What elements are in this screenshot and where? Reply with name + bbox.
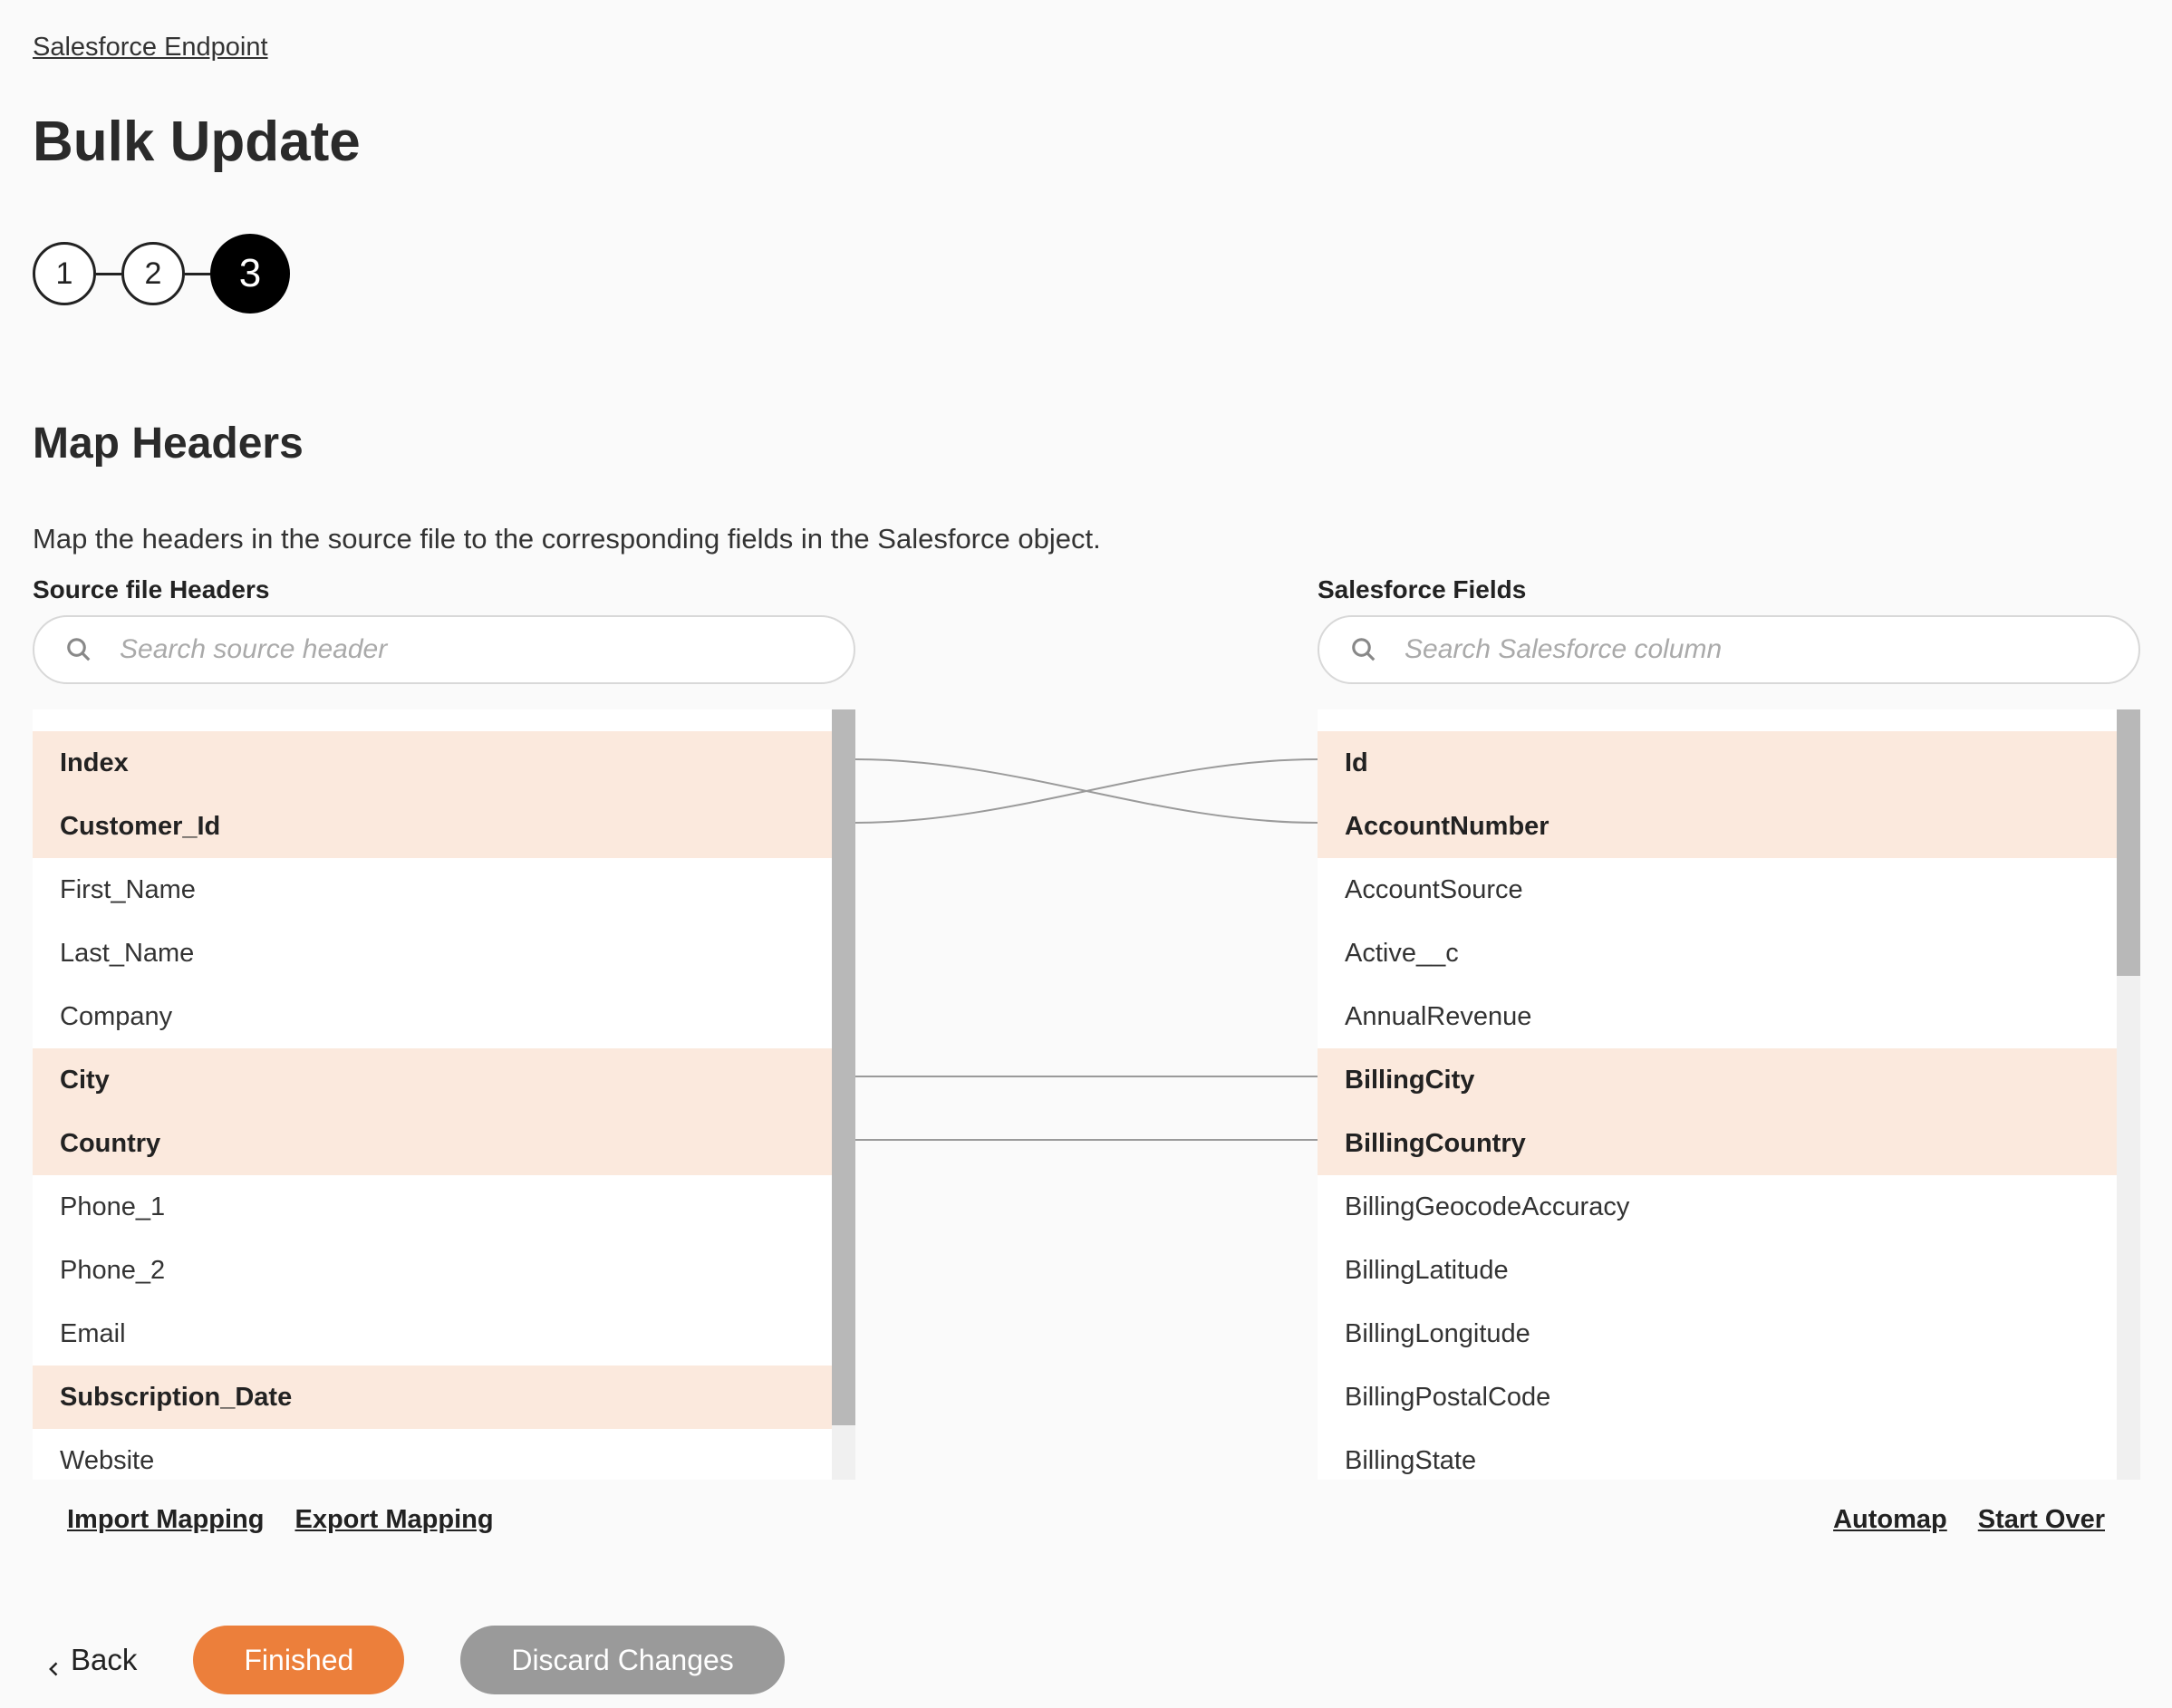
list-item[interactable]: BillingPostalCode <box>1318 1365 2140 1429</box>
step-connector <box>185 273 210 275</box>
list-item[interactable]: Country <box>33 1112 855 1175</box>
list-item[interactable]: BillingLatitude <box>1318 1239 2140 1302</box>
list-item[interactable]: Company <box>33 985 855 1048</box>
list-item[interactable]: City <box>33 1048 855 1112</box>
source-list: IndexCustomer_IdFirst_NameLast_NameCompa… <box>33 709 855 1480</box>
breadcrumb-link[interactable]: Salesforce Endpoint <box>33 33 268 63</box>
target-search-input[interactable] <box>1318 615 2140 684</box>
search-icon <box>65 636 92 663</box>
list-item[interactable]: First_Name <box>33 858 855 922</box>
mapping-connectors <box>855 706 1318 1476</box>
list-item[interactable]: BillingLongitude <box>1318 1302 2140 1365</box>
discard-button[interactable]: Discard Changes <box>460 1626 784 1694</box>
back-button[interactable]: Back <box>45 1643 137 1677</box>
finished-button[interactable]: Finished <box>193 1626 404 1694</box>
step-2[interactable]: 2 <box>121 242 185 305</box>
step-connector <box>96 273 121 275</box>
source-search-input[interactable] <box>33 615 855 684</box>
list-item[interactable]: AccountSource <box>1318 858 2140 922</box>
chevron-left-icon <box>45 1651 63 1669</box>
section-title: Map Headers <box>33 419 2139 468</box>
scrollbar-thumb[interactable] <box>2117 709 2140 976</box>
list-item[interactable]: Last_Name <box>33 922 855 985</box>
import-mapping-link[interactable]: Import Mapping <box>67 1505 264 1535</box>
list-item[interactable]: AnnualRevenue <box>1318 985 2140 1048</box>
page-title: Bulk Update <box>33 110 2139 174</box>
section-description: Map the headers in the source file to th… <box>33 523 2139 555</box>
target-column-label: Salesforce Fields <box>1318 575 2140 604</box>
source-column-label: Source file Headers <box>33 575 855 604</box>
list-item[interactable]: Customer_Id <box>33 795 855 858</box>
list-item[interactable]: BillingCity <box>1318 1048 2140 1112</box>
list-item[interactable]: BillingState <box>1318 1429 2140 1480</box>
source-column: Source file Headers IndexCustomer_IdFirs… <box>33 575 855 1480</box>
stepper: 1 2 3 <box>33 234 2139 314</box>
export-mapping-link[interactable]: Export Mapping <box>294 1505 493 1535</box>
list-item[interactable]: AccountNumber <box>1318 795 2140 858</box>
list-item[interactable]: Id <box>1318 731 2140 795</box>
target-column: Salesforce Fields IdAccountNumberAccount… <box>1318 575 2140 1480</box>
scrollbar[interactable] <box>2117 709 2140 1480</box>
list-item[interactable]: Index <box>33 731 855 795</box>
step-1[interactable]: 1 <box>33 242 96 305</box>
list-item[interactable]: Email <box>33 1302 855 1365</box>
target-list: IdAccountNumberAccountSourceActive__cAnn… <box>1318 709 2140 1480</box>
list-item[interactable]: Active__c <box>1318 922 2140 985</box>
list-item[interactable]: Subscription_Date <box>33 1365 855 1429</box>
list-item[interactable]: Website <box>33 1429 855 1480</box>
list-item[interactable]: BillingCountry <box>1318 1112 2140 1175</box>
start-over-link[interactable]: Start Over <box>1978 1505 2105 1535</box>
list-item[interactable]: BillingGeocodeAccuracy <box>1318 1175 2140 1239</box>
automap-link[interactable]: Automap <box>1833 1505 1947 1535</box>
scrollbar-thumb[interactable] <box>832 709 855 1425</box>
back-label: Back <box>71 1643 137 1677</box>
step-3[interactable]: 3 <box>210 234 290 314</box>
search-icon <box>1350 636 1377 663</box>
list-item[interactable]: Phone_1 <box>33 1175 855 1239</box>
scrollbar[interactable] <box>832 709 855 1480</box>
list-item[interactable]: Phone_2 <box>33 1239 855 1302</box>
